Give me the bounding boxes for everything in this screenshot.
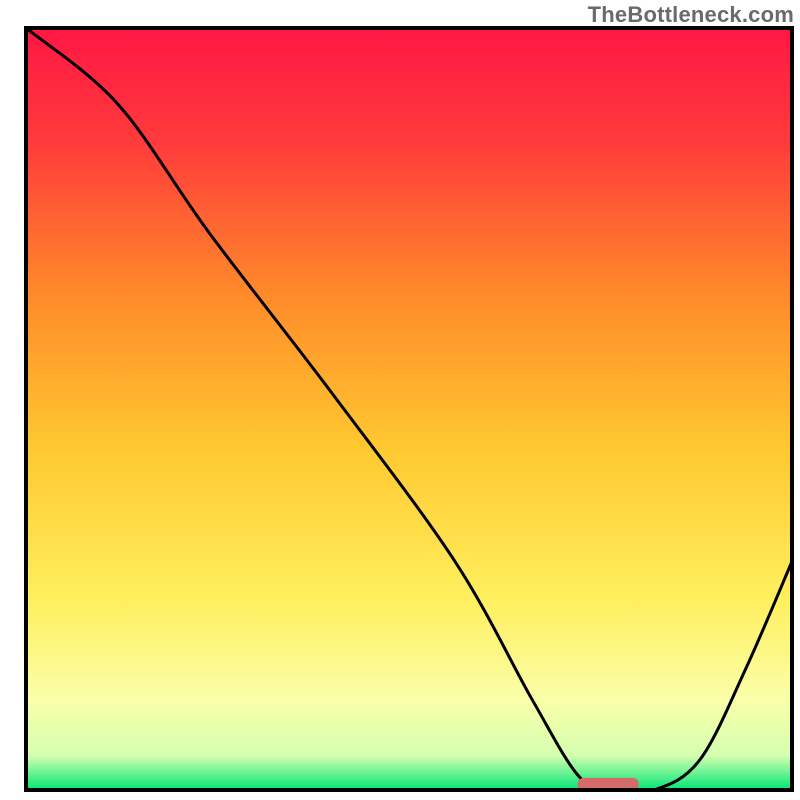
gradient-background: [26, 28, 792, 790]
bottleneck-chart: TheBottleneck.com: [0, 0, 800, 800]
chart-svg: [0, 0, 800, 800]
watermark-text: TheBottleneck.com: [588, 2, 794, 28]
